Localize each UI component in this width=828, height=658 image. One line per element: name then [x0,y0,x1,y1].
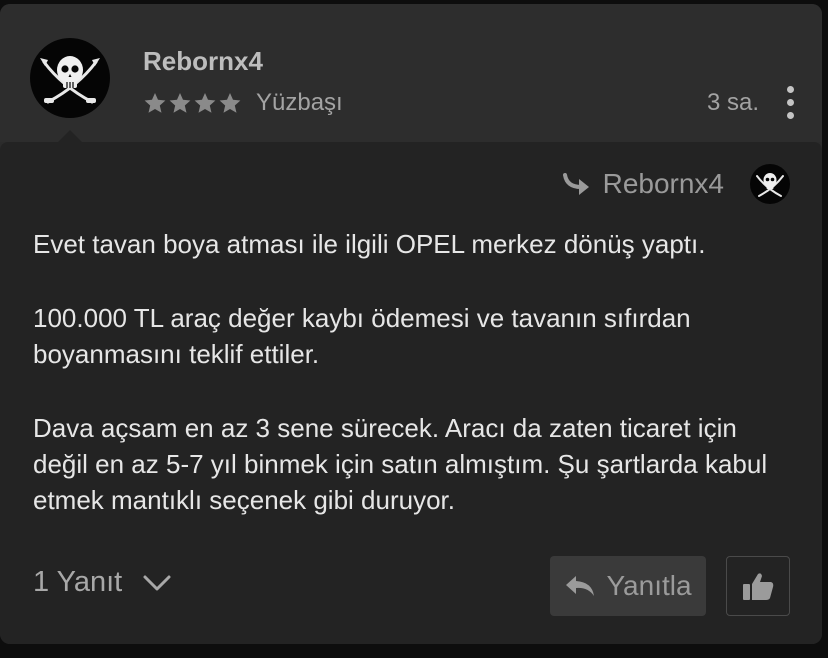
pirate-skull-icon [40,56,100,104]
rank-label: Yüzbaşı [256,89,343,116]
star-icon [219,93,241,113]
comment-paragraph: Evet tavan boya atması ile ilgili OPEL m… [33,229,706,259]
comment-text: Evet tavan boya atması ile ilgili OPEL m… [33,226,793,556]
thumbs-up-icon [743,573,774,600]
comment-card: Rebornx4 Yüzbaşı 3 sa. Rebornx4 Evet tav… [0,4,822,644]
comment-paragraph: 100.000 TL araç değer kaybı ödemesi ve t… [33,303,691,369]
comment-paragraph: Dava açsam en az 3 sene sürecek. Aracı d… [33,413,768,515]
reply-button-label: Yanıtla [606,570,692,601]
reply-to-avatar [750,164,790,204]
pirate-skull-icon [756,173,784,197]
rank-stars [143,91,242,115]
reply-to-name: Rebornx4 [602,168,724,199]
star-icon [144,93,166,113]
replies-toggle[interactable]: 1 Yanıt [33,566,172,599]
chevron-down-icon [143,575,171,590]
star-icon [169,93,191,113]
comment-footer: 1 Yanıt Yanıtla [0,552,822,620]
more-options-icon[interactable] [784,86,796,122]
curved-arrow-icon [562,173,589,195]
reply-button[interactable]: Yanıtla [550,556,706,616]
author-name[interactable]: Rebornx4 [143,46,263,77]
rank-row: Yüzbaşı [143,88,343,118]
comment-header: Rebornx4 Yüzbaşı 3 sa. [0,4,822,142]
like-button[interactable] [726,556,790,616]
avatar[interactable] [30,38,110,118]
reply-icon [566,576,595,596]
reply-to-link[interactable]: Rebornx4 [562,164,790,204]
replies-count: 1 Yanıt [33,566,123,598]
star-icon [194,93,216,113]
header-pointer [58,130,82,142]
timestamp: 3 sa. [706,89,759,116]
